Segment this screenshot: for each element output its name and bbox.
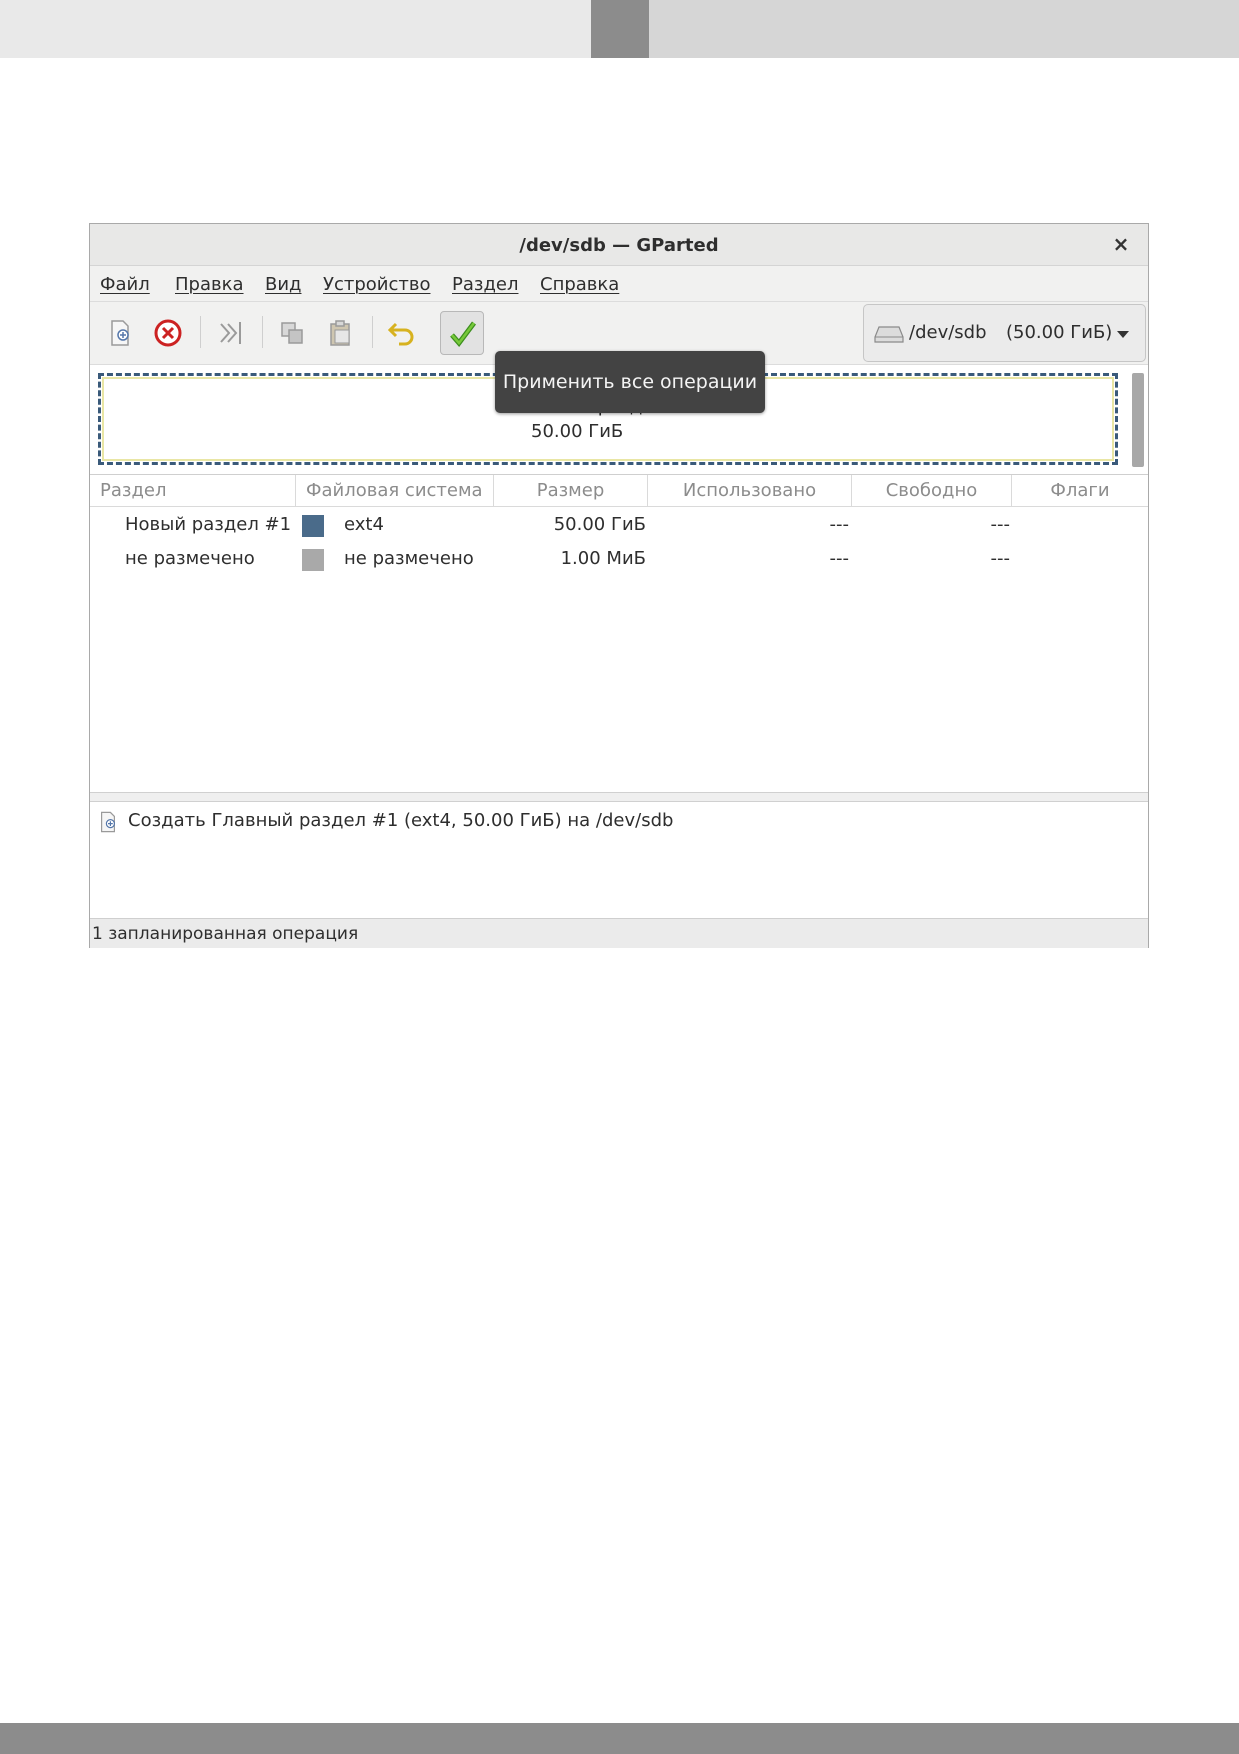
copy-icon [281,322,303,344]
menu-view[interactable]: Вид [265,274,302,295]
fs-color-swatch [302,549,324,571]
page-header-band [0,0,591,58]
delete-icon [154,319,182,347]
device-selector[interactable]: /dev/sdb (50.00 ГиБ) [863,304,1146,362]
close-button[interactable]: × [1108,231,1134,257]
menu-help[interactable]: Справка [540,274,619,295]
column-header-size[interactable]: Размер [494,475,648,507]
column-header-used[interactable]: Использовано [648,475,852,507]
undo-icon [387,322,414,346]
delete-partition-button[interactable] [146,311,190,355]
disk-map-partition-size: 50.00 ГиБ [531,421,624,442]
page-header-mark [591,0,649,58]
apply-tooltip: Применить все операции [495,351,765,413]
hard-drive-icon [874,326,904,343]
device-name: /dev/sdb [909,322,987,343]
chevron-down-icon [1117,331,1129,338]
device-size: (50.00 ГиБ) [1006,322,1113,343]
disk-map: Новый раздел #1 50.00 ГиБ Применить все … [90,351,1148,474]
new-partition-icon [111,320,129,346]
paste-button[interactable] [318,311,362,355]
toolbar-separator [262,316,263,348]
toolbar-separator [200,316,201,348]
table-header: Раздел Файловая система Размер Использов… [90,475,1148,507]
pending-operations-list: Создать Главный раздел #1 (ext4, 50.00 Г… [90,802,1148,918]
column-header-flags[interactable]: Флаги [1012,475,1148,507]
partition-table: Раздел Файловая система Размер Использов… [90,474,1148,792]
disk-map-scrollbar[interactable] [1132,373,1144,467]
row-free: --- [990,548,1011,569]
copy-button[interactable] [270,311,314,355]
page-header-band-right [649,0,1239,58]
undo-button[interactable] [380,311,424,355]
menu-partition[interactable]: Раздел [452,274,518,295]
row-partition: не размечено [125,548,255,569]
row-filesystem: не размечено [344,548,474,569]
menubar: Файл Правка Вид Устройство Раздел Справк… [90,266,1148,302]
table-row[interactable]: Новый раздел #1 ext4 50.00 ГиБ --- --- [90,508,1148,542]
resize-move-button[interactable] [208,311,252,355]
row-size: 1.00 МиБ [560,548,646,569]
row-used: --- [829,514,850,535]
pane-splitter[interactable] [90,792,1148,802]
menu-device[interactable]: Устройство [323,274,431,295]
table-row[interactable]: не размечено не размечено 1.00 МиБ --- -… [90,542,1148,576]
page-footer-band [0,1723,1239,1754]
row-free: --- [990,514,1011,535]
checkmark-icon [450,321,476,347]
menu-edit[interactable]: Правка [175,274,244,295]
row-partition: Новый раздел #1 [125,514,292,535]
new-partition-button[interactable] [98,311,142,355]
column-header-free[interactable]: Свободно [852,475,1012,507]
resize-move-icon [220,322,241,344]
window-title: /dev/sdb — GParted [519,235,719,256]
menu-file[interactable]: Файл [100,274,150,295]
row-used: --- [829,548,850,569]
statusbar: 1 запланированная операция [90,918,1148,948]
apply-button[interactable] [440,311,484,355]
fs-color-swatch [302,515,324,537]
toolbar-separator [372,316,373,348]
titlebar: /dev/sdb — GParted × [90,224,1148,266]
paste-icon [330,320,350,346]
column-header-partition[interactable]: Раздел [90,475,296,507]
status-text: 1 запланированная операция [92,924,359,944]
row-size: 50.00 ГиБ [553,514,646,535]
row-filesystem: ext4 [344,514,384,535]
operation-text: Создать Главный раздел #1 (ext4, 50.00 Г… [128,810,674,831]
column-header-filesystem[interactable]: Файловая система [296,475,494,507]
new-partition-icon [101,811,115,833]
gparted-window: /dev/sdb — GParted × Файл Правка Вид Уст… [89,223,1149,948]
